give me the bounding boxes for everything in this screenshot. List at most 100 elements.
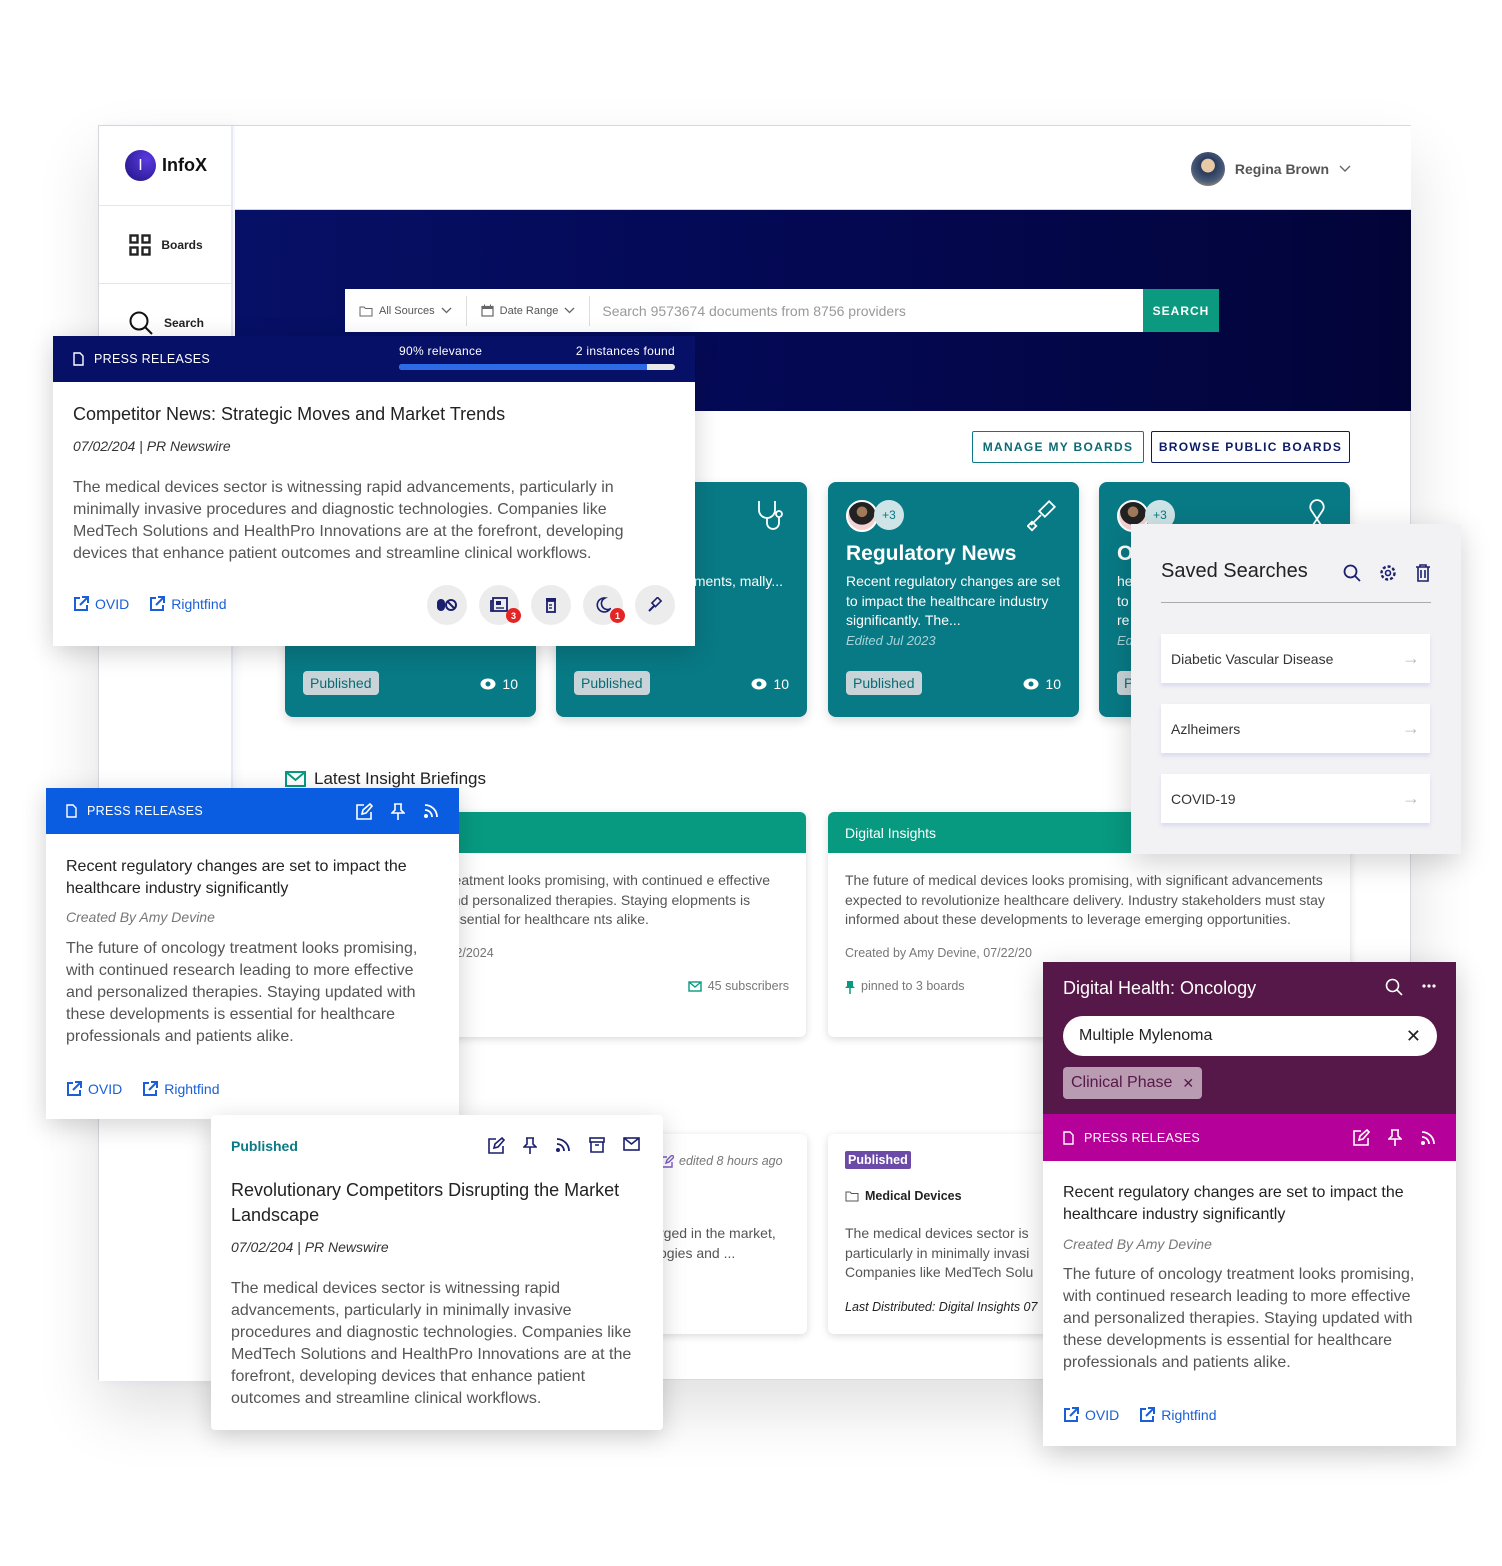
trash-icon[interactable] xyxy=(1415,564,1431,582)
rss-icon[interactable] xyxy=(423,803,439,819)
mail-icon[interactable] xyxy=(623,1137,640,1151)
gear-icon[interactable] xyxy=(1379,564,1397,582)
external-link-icon xyxy=(67,1081,82,1096)
user-menu[interactable]: Regina Brown xyxy=(1190,152,1351,186)
board-description: Recent regulatory changes are set to imp… xyxy=(846,573,1061,628)
logo[interactable]: I InfoX xyxy=(125,150,207,181)
external-link-icon xyxy=(143,1081,159,1096)
edit-icon[interactable] xyxy=(488,1137,505,1154)
entity-chips: 3 1 xyxy=(427,585,675,625)
saved-search-item[interactable]: Azlheimers → xyxy=(1161,704,1430,753)
eye-icon xyxy=(1023,678,1039,690)
search-button[interactable]: SEARCH xyxy=(1143,289,1219,332)
card-title[interactable]: Competitor News: Strategic Moves and Mar… xyxy=(73,402,505,427)
relevance-label: 90% relevance xyxy=(399,344,483,358)
chip-medicine[interactable] xyxy=(531,585,571,625)
oncology-header: Digital Health: Oncology Multiple Myleno… xyxy=(1043,962,1456,1114)
link-label: Rightfind xyxy=(171,596,227,612)
rss-icon[interactable] xyxy=(1420,1130,1436,1146)
saved-search-item[interactable]: COVID-19 → xyxy=(1161,774,1430,823)
edited-info: edited 8 hours ago xyxy=(661,1154,783,1168)
edit-icon[interactable] xyxy=(356,802,373,820)
remove-tag-icon[interactable]: ✕ xyxy=(1182,1075,1194,1092)
pin-icon[interactable] xyxy=(523,1137,537,1154)
briefing-body: The future of medical devices looks prom… xyxy=(845,872,1325,927)
ovid-link[interactable]: OVID xyxy=(66,1081,122,1097)
search-result-card[interactable]: PRESS RELEASES 90% relevance 2 instances… xyxy=(53,336,695,646)
document-icon xyxy=(1063,1130,1074,1145)
board-views: 10 xyxy=(480,676,518,692)
card-meta: 07/02/204 | PR Newswire xyxy=(73,438,231,454)
press-release-card[interactable]: PRESS RELEASES Recent regulatory changes… xyxy=(46,788,459,1119)
content-card[interactable]: Published Medical Devices The medical de… xyxy=(828,1134,1076,1334)
card-category: PRESS RELEASES xyxy=(94,352,211,366)
folder-icon xyxy=(359,306,373,316)
card-body: The medical devices sector is witnessing… xyxy=(73,479,624,562)
archive-icon[interactable] xyxy=(589,1137,605,1153)
more-members: +3 xyxy=(874,500,904,530)
chip-gavel[interactable] xyxy=(635,585,675,625)
eye-icon xyxy=(751,678,767,690)
link-label: Rightfind xyxy=(1161,1407,1217,1423)
briefing-created: /22/2024 xyxy=(445,945,494,960)
card-title[interactable]: Recent regulatory changes are set to imp… xyxy=(1063,1182,1443,1226)
saved-search-item[interactable]: Diabetic Vascular Disease → xyxy=(1161,634,1430,683)
section-title: Latest Insight Briefings xyxy=(314,769,486,788)
board-card[interactable]: +3 Regulatory News Recent regulatory cha… xyxy=(828,482,1079,717)
external-link-icon xyxy=(1064,1407,1079,1422)
pin-icon[interactable] xyxy=(1388,1129,1402,1146)
pinned-count: pinned to 3 boards xyxy=(861,979,965,993)
search-icon xyxy=(129,311,153,335)
card-links: OVID Rightfind xyxy=(66,1081,220,1097)
briefing-body: treatment looks promising, with continue… xyxy=(445,872,771,927)
ovid-link[interactable]: OVID xyxy=(73,596,129,612)
search-icon[interactable] xyxy=(1385,978,1403,996)
briefings-heading: Latest Insight Briefings xyxy=(285,769,486,789)
card-body: rged in the market, ogies and ... xyxy=(659,1225,776,1261)
last-distributed: Last Distributed: Digital Insights 07 xyxy=(845,1300,1038,1314)
board-views: 10 xyxy=(751,676,789,692)
query-input[interactable]: Multiple Mylenoma ✕ xyxy=(1063,1016,1437,1056)
stethoscope-icon xyxy=(758,501,783,530)
chevron-down-icon xyxy=(564,307,575,314)
newspaper-icon xyxy=(490,597,508,612)
date-range-dropdown[interactable]: Date Range xyxy=(467,295,591,326)
sources-label: All Sources xyxy=(379,304,435,317)
more-icon[interactable] xyxy=(1422,984,1436,988)
rightfind-link[interactable]: Rightfind xyxy=(1139,1407,1217,1423)
clear-icon[interactable]: ✕ xyxy=(1406,1026,1421,1047)
status-badge: Published xyxy=(846,671,922,695)
rss-icon[interactable] xyxy=(555,1137,571,1153)
published-article-card[interactable]: Published Revolutionary Competitors Disr… xyxy=(211,1115,663,1430)
user-name: Regina Brown xyxy=(1234,161,1329,177)
relevance-meter: 90% relevance 2 instances found xyxy=(399,344,675,370)
pin-icon[interactable] xyxy=(391,802,405,820)
search-icon[interactable] xyxy=(1343,564,1361,582)
instances-label: 2 instances found xyxy=(575,344,675,358)
card-meta: Created By Amy Devine xyxy=(1063,1236,1212,1252)
relevance-bar xyxy=(399,364,675,370)
external-link-icon xyxy=(150,596,166,611)
pill-blocked-icon xyxy=(437,599,457,611)
chip-pill-blocked[interactable] xyxy=(427,585,467,625)
chip-newspaper[interactable]: 3 xyxy=(479,585,521,625)
browse-public-boards-button[interactable]: BROWSE PUBLIC BOARDS xyxy=(1151,431,1350,463)
sources-dropdown[interactable]: All Sources xyxy=(345,295,467,326)
views-count: 10 xyxy=(502,676,518,692)
edit-icon[interactable] xyxy=(1353,1129,1370,1146)
sidebar-item-boards[interactable]: Boards xyxy=(99,205,233,283)
top-bar: Regina Brown xyxy=(235,126,1411,210)
sidebar-item-label: Boards xyxy=(161,237,203,252)
ovid-link[interactable]: OVID xyxy=(1063,1407,1119,1423)
chip-moon[interactable]: 1 xyxy=(583,585,625,625)
manage-boards-button[interactable]: MANAGE MY BOARDS xyxy=(972,431,1144,463)
rightfind-link[interactable]: Rightfind xyxy=(149,596,227,612)
search-input[interactable] xyxy=(590,302,1143,319)
card-title[interactable]: Revolutionary Competitors Disrupting the… xyxy=(231,1178,631,1228)
rightfind-link[interactable]: Rightfind xyxy=(142,1081,220,1097)
arrow-right-icon: → xyxy=(1402,648,1420,668)
filter-tag[interactable]: Clinical Phase ✕ xyxy=(1063,1067,1203,1099)
card-title[interactable]: Recent regulatory changes are set to imp… xyxy=(66,856,446,900)
card-body: The medical devices sector is witnessing… xyxy=(231,1280,632,1407)
panel-title: Digital Health: Oncology xyxy=(1063,978,1257,998)
